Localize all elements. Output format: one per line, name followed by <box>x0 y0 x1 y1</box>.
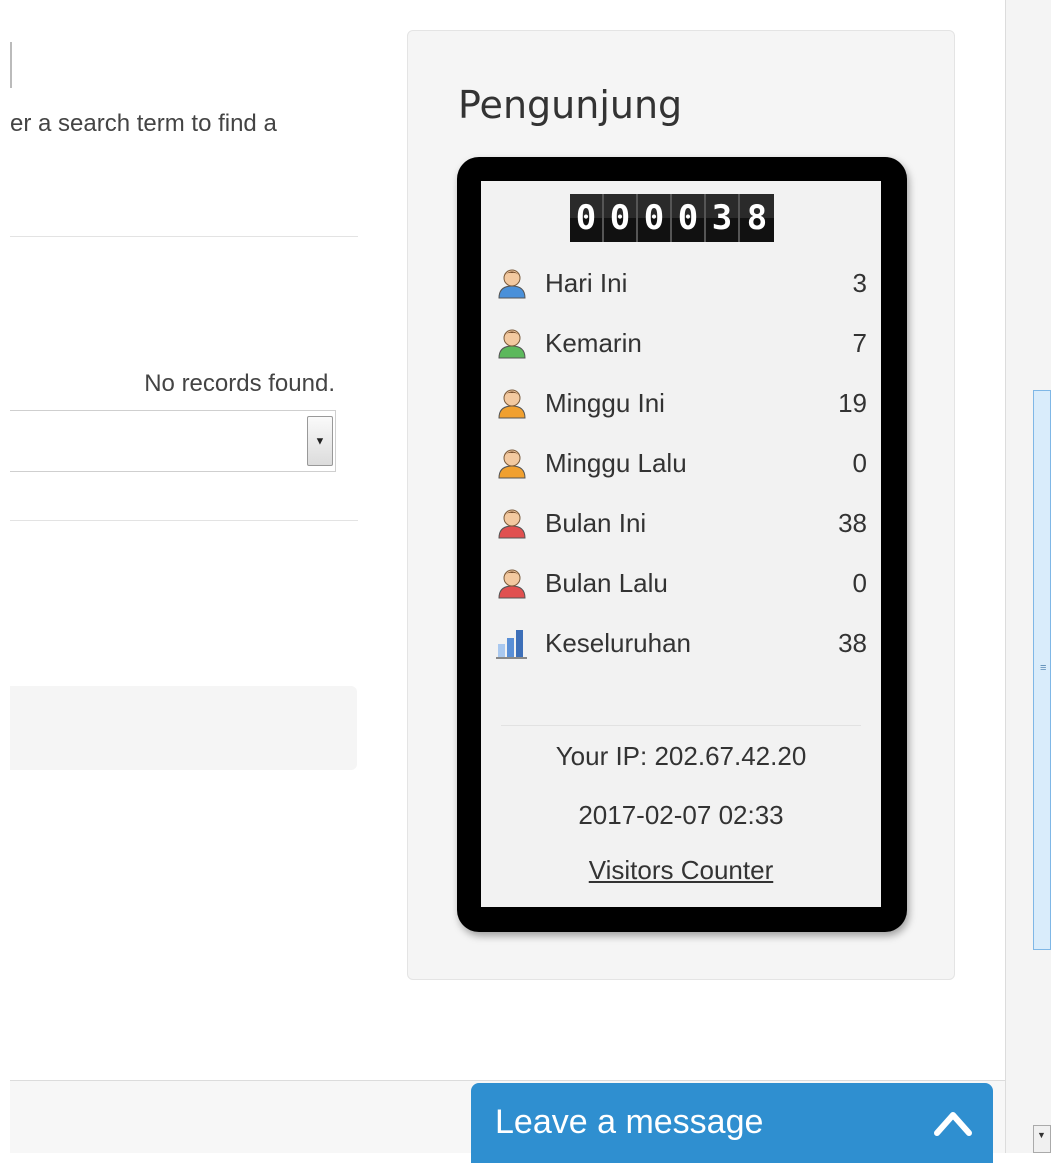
user-orange-icon <box>495 386 529 420</box>
stat-row: Minggu Ini 19 <box>495 373 867 433</box>
stat-value: 0 <box>852 567 867 598</box>
stat-value: 38 <box>838 627 867 658</box>
stat-label: Bulan Lalu <box>545 567 668 598</box>
stat-label: Hari Ini <box>545 267 628 298</box>
stat-row: Hari Ini 3 <box>495 253 867 313</box>
widget-title: Pengunjung <box>458 83 683 127</box>
divider <box>501 725 861 726</box>
stat-value: 7 <box>852 327 867 358</box>
counter-digit: 3 <box>706 194 740 242</box>
scroll-down-button[interactable]: ▼ <box>1033 1125 1051 1153</box>
counter-digit: 0 <box>570 194 604 242</box>
divider <box>10 236 358 237</box>
counter-digit: 0 <box>638 194 672 242</box>
visitors-counter-link[interactable]: Visitors Counter <box>589 855 774 885</box>
ip-address: Your IP: 202.67.42.20 <box>555 741 807 771</box>
stat-row: Bulan Lalu 0 <box>495 553 867 613</box>
leave-message-label: Leave a message <box>495 1103 764 1141</box>
stat-label: Keseluruhan <box>545 627 691 658</box>
search-hint-text: er a search term to find a <box>10 110 277 137</box>
visitors-counter-link-wrap: Visitors Counter <box>481 855 881 886</box>
records-select[interactable]: ▼ <box>10 410 336 472</box>
stat-value: 38 <box>838 507 867 538</box>
stat-label: Minggu Lalu <box>545 447 687 478</box>
current-datetime: 2017-02-07 02:33 <box>578 800 784 830</box>
stat-label: Bulan Ini <box>545 507 647 538</box>
counter-panel: 000038 Hari Ini 3 Kemarin 7 Minggu Ini 19 Ming… <box>481 181 881 907</box>
chevron-up-icon[interactable] <box>931 1105 975 1139</box>
stat-row: Kemarin 7 <box>495 313 867 373</box>
stat-row: Bulan Ini 38 <box>495 493 867 553</box>
visitor-counter: 000038 Hari Ini 3 Kemarin 7 Minggu Ini 19 Ming… <box>457 157 907 932</box>
visitor-widget: Pengunjung 000038 Hari Ini 3 Kemarin 7 Mingg… <box>407 30 955 980</box>
dropdown-arrow-icon[interactable]: ▼ <box>307 416 333 466</box>
stat-label: Minggu Ini <box>545 387 665 418</box>
stat-value: 0 <box>852 447 867 478</box>
stat-value: 19 <box>838 387 867 418</box>
user-red-icon <box>495 566 529 600</box>
stat-value: 3 <box>852 267 867 298</box>
leave-message-bar[interactable]: Leave a message <box>471 1083 993 1163</box>
stat-label: Kemarin <box>545 327 642 358</box>
divider <box>10 520 358 521</box>
counter-digit: 8 <box>740 194 774 242</box>
counter-digits: 000038 <box>570 194 774 242</box>
stat-row: Minggu Lalu 0 <box>495 433 867 493</box>
search-input-edge[interactable] <box>10 42 12 88</box>
user-orange-icon <box>495 446 529 480</box>
scrollbar-grip-icon: ≡ <box>1040 662 1047 674</box>
counter-digit: 0 <box>672 194 706 242</box>
visitor-stats-list: Hari Ini 3 Kemarin 7 Minggu Ini 19 Minggu Lalu… <box>495 253 867 673</box>
user-blue-icon <box>495 266 529 300</box>
content-well <box>10 686 357 770</box>
no-records-text: No records found. <box>144 370 335 397</box>
counter-digit: 0 <box>604 194 638 242</box>
user-red-icon <box>495 506 529 540</box>
user-green-icon <box>495 326 529 360</box>
bar-chart-icon <box>495 626 529 660</box>
stat-row: Keseluruhan 38 <box>495 613 867 673</box>
